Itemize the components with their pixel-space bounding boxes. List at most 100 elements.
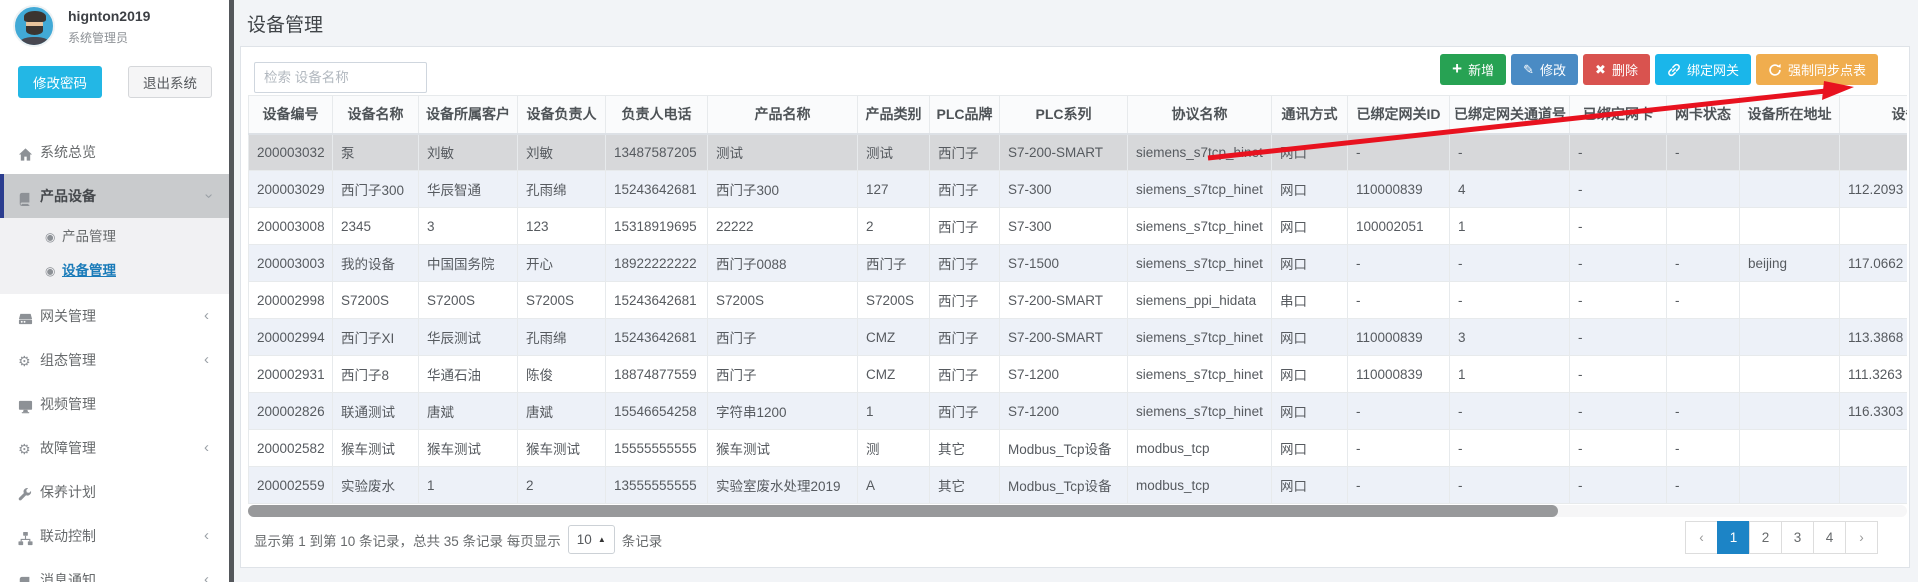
table-row[interactable]: 2000030082345312315318919695222222西门子S7-…	[249, 208, 1908, 245]
toolbar-button-2[interactable]: ✖删除	[1583, 54, 1650, 85]
table-row[interactable]: 200002582猴车测试猴车测试猴车测试15555555555猴车测试测其它M…	[249, 430, 1908, 467]
table-cell: -	[1348, 393, 1450, 430]
column-header[interactable]: 设备所属客户	[419, 96, 518, 134]
column-header[interactable]: 通讯方式	[1272, 96, 1348, 134]
column-header[interactable]: 已绑定网关通道号	[1450, 96, 1570, 134]
horizontal-scrollbar-thumb[interactable]	[248, 505, 1558, 517]
page-next-button[interactable]: ›	[1845, 521, 1878, 554]
page-prev-button[interactable]: ‹	[1685, 521, 1718, 554]
toolbar-button-3[interactable]: 绑定网关	[1655, 54, 1751, 85]
column-header[interactable]: 设备负责人	[518, 96, 606, 134]
table-row[interactable]: 200003029西门子300华辰智通孔雨绵15243642681西门子3001…	[249, 171, 1908, 208]
table-cell: 111.3263	[1840, 356, 1908, 393]
cogs-icon: ⚙	[18, 427, 40, 471]
sidebar-subitem-0[interactable]: ◉产品管理	[0, 220, 229, 254]
logout-button[interactable]: 退出系统	[128, 66, 212, 98]
table-cell: 200002931	[249, 356, 333, 393]
table-cell: -	[1348, 467, 1450, 504]
records-suffix: 条记录	[622, 530, 663, 550]
column-header[interactable]: 设备编号	[249, 96, 333, 134]
table-cell: 18874877559	[606, 356, 708, 393]
column-header[interactable]: 已绑定网卡	[1570, 96, 1667, 134]
table-cell: 西门子	[930, 171, 1000, 208]
table-cell	[1840, 134, 1908, 171]
table-cell: 110000839	[1348, 356, 1450, 393]
table-cell: 200003003	[249, 245, 333, 282]
table-row[interactable]: 200002559实验废水1213555555555实验室废水处理2019A其它…	[249, 467, 1908, 504]
column-header[interactable]: 协议名称	[1128, 96, 1272, 134]
table-cell	[1667, 356, 1740, 393]
table-cell: -	[1450, 430, 1570, 467]
table-cell	[1840, 208, 1908, 245]
sidebar-item-3[interactable]: ⚙组态管理‹	[0, 338, 229, 382]
table-cell: 13555555555	[606, 467, 708, 504]
table-cell: 西门子XI	[333, 319, 419, 356]
column-header[interactable]: 设备经度	[1840, 96, 1908, 134]
column-header[interactable]: 已绑定网关ID	[1348, 96, 1450, 134]
sidebar-item-2[interactable]: 网关管理‹	[0, 294, 229, 338]
page-button-3[interactable]: 3	[1781, 521, 1814, 554]
toolbar-button-label: 强制同步点表	[1788, 60, 1866, 79]
table-cell	[1740, 282, 1840, 319]
column-header[interactable]: 产品类别	[858, 96, 930, 134]
table-cell: 1	[1450, 208, 1570, 245]
table-cell: beijing	[1740, 245, 1840, 282]
table-cell: 测	[858, 430, 930, 467]
page-size-select[interactable]: 10 ▲	[568, 525, 615, 554]
column-header[interactable]: PLC系列	[1000, 96, 1128, 134]
table-cell: 西门子	[930, 245, 1000, 282]
sidebar-item-7[interactable]: 联动控制‹	[0, 514, 229, 558]
sidebar-item-0[interactable]: 系统总览	[0, 130, 229, 174]
table-row[interactable]: 200002826联通测试唐斌唐斌15546654258字符串12001西门子S…	[249, 393, 1908, 430]
sidebar-item-6[interactable]: 保养计划	[0, 470, 229, 514]
change-password-button[interactable]: 修改密码	[18, 66, 102, 98]
toolbar-button-1[interactable]: ✎修改	[1511, 54, 1578, 85]
sidebar-item-8[interactable]: 消息通知‹	[0, 558, 229, 582]
table-cell: S7200S	[858, 282, 930, 319]
table-cell: 1	[419, 467, 518, 504]
avatar[interactable]	[13, 5, 55, 47]
toolbar-button-4[interactable]: 强制同步点表	[1756, 54, 1878, 85]
table-row[interactable]: 200002931西门子8华通石油陈俊18874877559西门子CMZ西门子S…	[249, 356, 1908, 393]
page-size-value: 10	[577, 532, 592, 547]
page-button-4[interactable]: 4	[1813, 521, 1846, 554]
table-cell: 网口	[1272, 171, 1348, 208]
table-cell: S7-1500	[1000, 245, 1128, 282]
page-button-2[interactable]: 2	[1749, 521, 1782, 554]
sidebar-item-4[interactable]: 视频管理	[0, 382, 229, 426]
table-cell: modbus_tcp	[1128, 430, 1272, 467]
table-cell: 西门子	[930, 393, 1000, 430]
table-cell: 127	[858, 171, 930, 208]
sidebar: hignton2019 系统管理员 修改密码 退出系统 系统总览产品设备‹◉产品…	[0, 0, 229, 582]
table-cell: 网口	[1272, 134, 1348, 171]
table-cell: -	[1667, 245, 1740, 282]
column-header[interactable]: 负责人电话	[606, 96, 708, 134]
sidebar-subitem-label: 设备管理	[62, 263, 116, 278]
table-row[interactable]: 200003003我的设备中国国务院开心18922222222西门子0088西门…	[249, 245, 1908, 282]
column-header[interactable]: PLC品牌	[930, 96, 1000, 134]
table-row[interactable]: 200003032泵刘敏刘敏13487587205测试测试西门子S7-200-S…	[249, 134, 1908, 171]
page-button-1[interactable]: 1	[1717, 521, 1750, 554]
table-cell: 华通石油	[419, 356, 518, 393]
username: hignton2019	[68, 8, 150, 24]
table-row[interactable]: 200002998S7200SS7200SS7200S15243642681S7…	[249, 282, 1908, 319]
sidebar-subitem-1[interactable]: ◉设备管理	[0, 254, 229, 288]
toolbar-button-0[interactable]: +新增	[1440, 54, 1506, 85]
sidebar-item-label: 产品设备	[40, 188, 96, 204]
table-cell: 网口	[1272, 356, 1348, 393]
table-cell: 西门子	[930, 134, 1000, 171]
table-cell: -	[1450, 134, 1570, 171]
column-header[interactable]: 设备所在地址	[1740, 96, 1840, 134]
plus-icon: +	[1452, 60, 1462, 77]
table-row[interactable]: 200002994西门子XI华辰测试孔雨绵15243642681西门子CMZ西门…	[249, 319, 1908, 356]
sitemap-icon	[18, 515, 40, 559]
column-header[interactable]: 设备名称	[333, 96, 419, 134]
bullseye-icon: ◉	[45, 254, 62, 288]
column-header[interactable]: 产品名称	[708, 96, 858, 134]
sidebar-item-5[interactable]: ⚙故障管理‹	[0, 426, 229, 470]
sidebar-item-1[interactable]: 产品设备‹	[0, 174, 229, 218]
table-cell: 117.0662	[1840, 245, 1908, 282]
table-cell: 猴车测试	[708, 430, 858, 467]
search-input[interactable]	[254, 62, 427, 93]
column-header[interactable]: 网卡状态	[1667, 96, 1740, 134]
